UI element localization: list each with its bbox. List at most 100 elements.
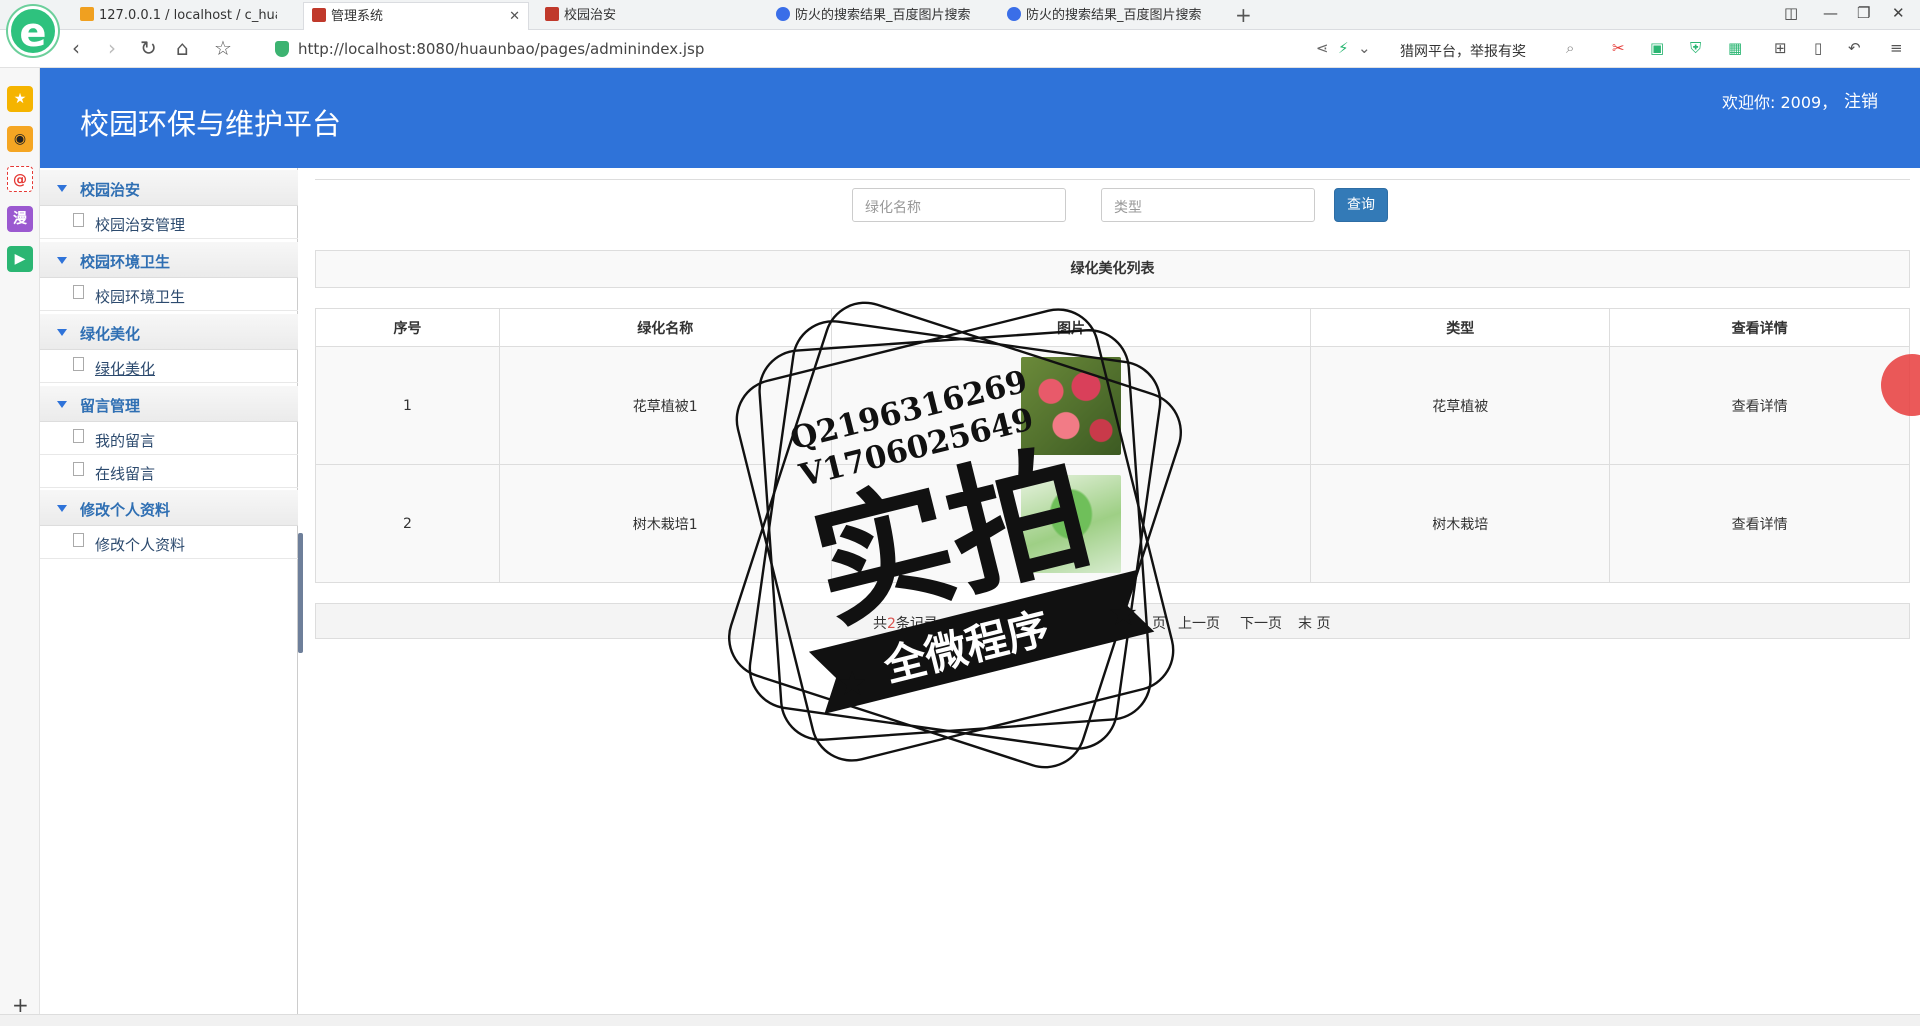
menu-group-environment-hygiene[interactable]: 校园环境卫生: [40, 242, 298, 278]
scissors-icon[interactable]: ✂: [1612, 40, 1625, 56]
home-icon[interactable]: ⌂: [176, 38, 189, 58]
status-bar: [0, 1014, 1920, 1026]
menu-item-label: 我的留言: [95, 432, 156, 450]
weibo-icon[interactable]: ◉: [7, 126, 33, 152]
welcome-text: 欢迎你: 2009，: [1722, 93, 1838, 112]
document-icon: [73, 357, 84, 371]
phpmyadmin-favicon-icon: [80, 7, 94, 21]
search-icon[interactable]: ⌕: [1566, 40, 1574, 56]
shirt-skin-icon[interactable]: ◫: [1784, 4, 1798, 22]
back-icon[interactable]: ‹: [72, 38, 80, 58]
url-field[interactable]: http://localhost:8080/huaunbao/pages/adm…: [298, 40, 704, 58]
menu-item-my-messages[interactable]: 我的留言: [40, 422, 298, 455]
greening-name-input[interactable]: 绿化名称: [852, 188, 1066, 222]
menu-item-label: 绿化美化: [95, 360, 156, 378]
app-title: 校园环保与维护平台: [80, 107, 342, 141]
share-icon[interactable]: ⋖: [1316, 40, 1329, 56]
type-input[interactable]: 类型: [1101, 188, 1315, 222]
promo-search-text[interactable]: 猎网平台，举报有奖: [1400, 41, 1526, 61]
column-header-type: 类型: [1310, 308, 1611, 347]
menu-group-label: 修改个人资料: [80, 501, 171, 519]
apps-grid-icon[interactable]: ⊞: [1774, 40, 1787, 56]
document-icon: [73, 462, 84, 476]
star-icon: ★: [1108, 594, 1138, 634]
menu-group-greening[interactable]: 绿化美化: [40, 314, 298, 350]
menu-splitter-handle[interactable]: [298, 533, 303, 653]
cell-type: 花草植被: [1310, 346, 1611, 465]
menu-item-online-messages[interactable]: 在线留言: [40, 455, 298, 488]
menu-item-label: 校园环境卫生: [95, 288, 186, 306]
last-page-link[interactable]: 末 页: [1298, 613, 1330, 633]
document-icon: [73, 429, 84, 443]
list-caption: 绿化美化列表: [315, 250, 1910, 288]
minimize-icon[interactable]: —: [1823, 4, 1838, 22]
menu-item-label: 修改个人资料: [95, 536, 186, 554]
chart-favicon-icon: [545, 7, 559, 21]
side-menu: 校园治安 校园治安管理 校园环境卫生 校园环境卫生 绿化美化 绿化美化 留言管理…: [40, 168, 298, 1014]
column-header-no: 序号: [315, 308, 500, 347]
tab-campus-security[interactable]: 校园治安: [537, 2, 757, 30]
close-window-icon[interactable]: ✕: [1892, 4, 1905, 22]
favorite-star-icon[interactable]: ☆: [214, 38, 232, 58]
menu-group-profile[interactable]: 修改个人资料: [40, 490, 298, 526]
tab-baidu-search-2[interactable]: 防火的搜索结果_百度图片搜索: [999, 2, 1225, 30]
caret-down-icon: [57, 185, 67, 192]
document-icon: [73, 213, 84, 227]
menu-item-greening[interactable]: 绿化美化: [40, 350, 298, 383]
menu-item-environment-hygiene[interactable]: 校园环境卫生: [40, 278, 298, 311]
star-icon[interactable]: ★: [7, 86, 33, 112]
browser-logo-icon: e: [8, 6, 58, 56]
shield-icon[interactable]: ⛨: [1690, 40, 1701, 56]
tab-phpmyadmin[interactable]: 127.0.0.1 / localhost / c_huanb: [72, 2, 277, 30]
menu-group-messages[interactable]: 留言管理: [40, 386, 298, 422]
chevron-down-icon[interactable]: ⌄: [1358, 40, 1371, 56]
next-page-link[interactable]: 下一页: [1240, 613, 1282, 633]
menu-group-label: 绿化美化: [80, 325, 141, 343]
secure-shield-icon: [275, 41, 289, 57]
menu-group-campus-security[interactable]: 校园治安: [40, 170, 298, 206]
mail-icon[interactable]: @: [7, 166, 33, 192]
view-detail-link[interactable]: 查看详情: [1609, 346, 1910, 465]
video-icon[interactable]: ▶: [7, 246, 33, 272]
baidu-paw-icon: [1007, 7, 1021, 21]
tab-label: 校园治安: [564, 8, 617, 23]
tab-admin-system[interactable]: 管理系统 ✕: [303, 2, 529, 30]
forward-icon[interactable]: ›: [108, 38, 116, 58]
caret-down-icon: [57, 329, 67, 336]
menu-item-edit-profile[interactable]: 修改个人资料: [40, 526, 298, 559]
menu-item-label: 校园治安管理: [95, 216, 186, 234]
star-icon: ★: [837, 664, 867, 704]
caret-down-icon: [57, 401, 67, 408]
cell-no: 2: [315, 464, 500, 583]
chart-favicon-icon: [312, 8, 326, 22]
view-detail-link[interactable]: 查看详情: [1609, 464, 1910, 583]
lightning-icon[interactable]: ⚡: [1338, 40, 1349, 56]
query-button[interactable]: 查询: [1334, 188, 1388, 222]
close-tab-icon[interactable]: ✕: [509, 3, 520, 30]
caret-down-icon: [57, 257, 67, 264]
tab-label: 管理系统: [331, 9, 384, 24]
tab-label: 防火的搜索结果_百度图片搜索: [795, 8, 971, 23]
tablet-icon[interactable]: ▯: [1814, 40, 1822, 56]
browser-sidebar: ★ ◉ @ 漫 ▶: [0, 68, 40, 1014]
caret-down-icon: [57, 505, 67, 512]
tab-label: 127.0.0.1 / localhost / c_huanb: [99, 8, 277, 23]
undo-icon[interactable]: ↶: [1848, 40, 1861, 56]
menu-icon[interactable]: ≡: [1890, 40, 1903, 56]
extension-icon[interactable]: ▣: [1650, 40, 1664, 56]
logout-link[interactable]: 注销: [1844, 87, 1878, 112]
column-header-detail: 查看详情: [1609, 308, 1910, 347]
menu-item-campus-security-manage[interactable]: 校园治安管理: [40, 206, 298, 239]
tab-baidu-search-1[interactable]: 防火的搜索结果_百度图片搜索: [768, 2, 994, 30]
watermark-stamp: Q2196316269 V1706025649 实拍 全微程序 ★ ★: [727, 301, 1183, 769]
new-tab-button[interactable]: +: [1235, 3, 1252, 27]
restore-icon[interactable]: ❐: [1857, 4, 1870, 22]
baidu-paw-icon: [776, 7, 790, 21]
browser-tab-bar: 127.0.0.1 / localhost / c_huanb 管理系统 ✕ 校…: [0, 0, 1920, 30]
refresh-icon[interactable]: ↻: [140, 38, 157, 58]
comic-icon[interactable]: 漫: [7, 206, 33, 232]
app-header: 校园环保与维护平台 欢迎你: 2009， 注销: [40, 68, 1920, 168]
divider: [315, 179, 1910, 180]
gamepad-icon[interactable]: ▦: [1728, 40, 1742, 56]
cell-type: 树木栽培: [1310, 464, 1611, 583]
